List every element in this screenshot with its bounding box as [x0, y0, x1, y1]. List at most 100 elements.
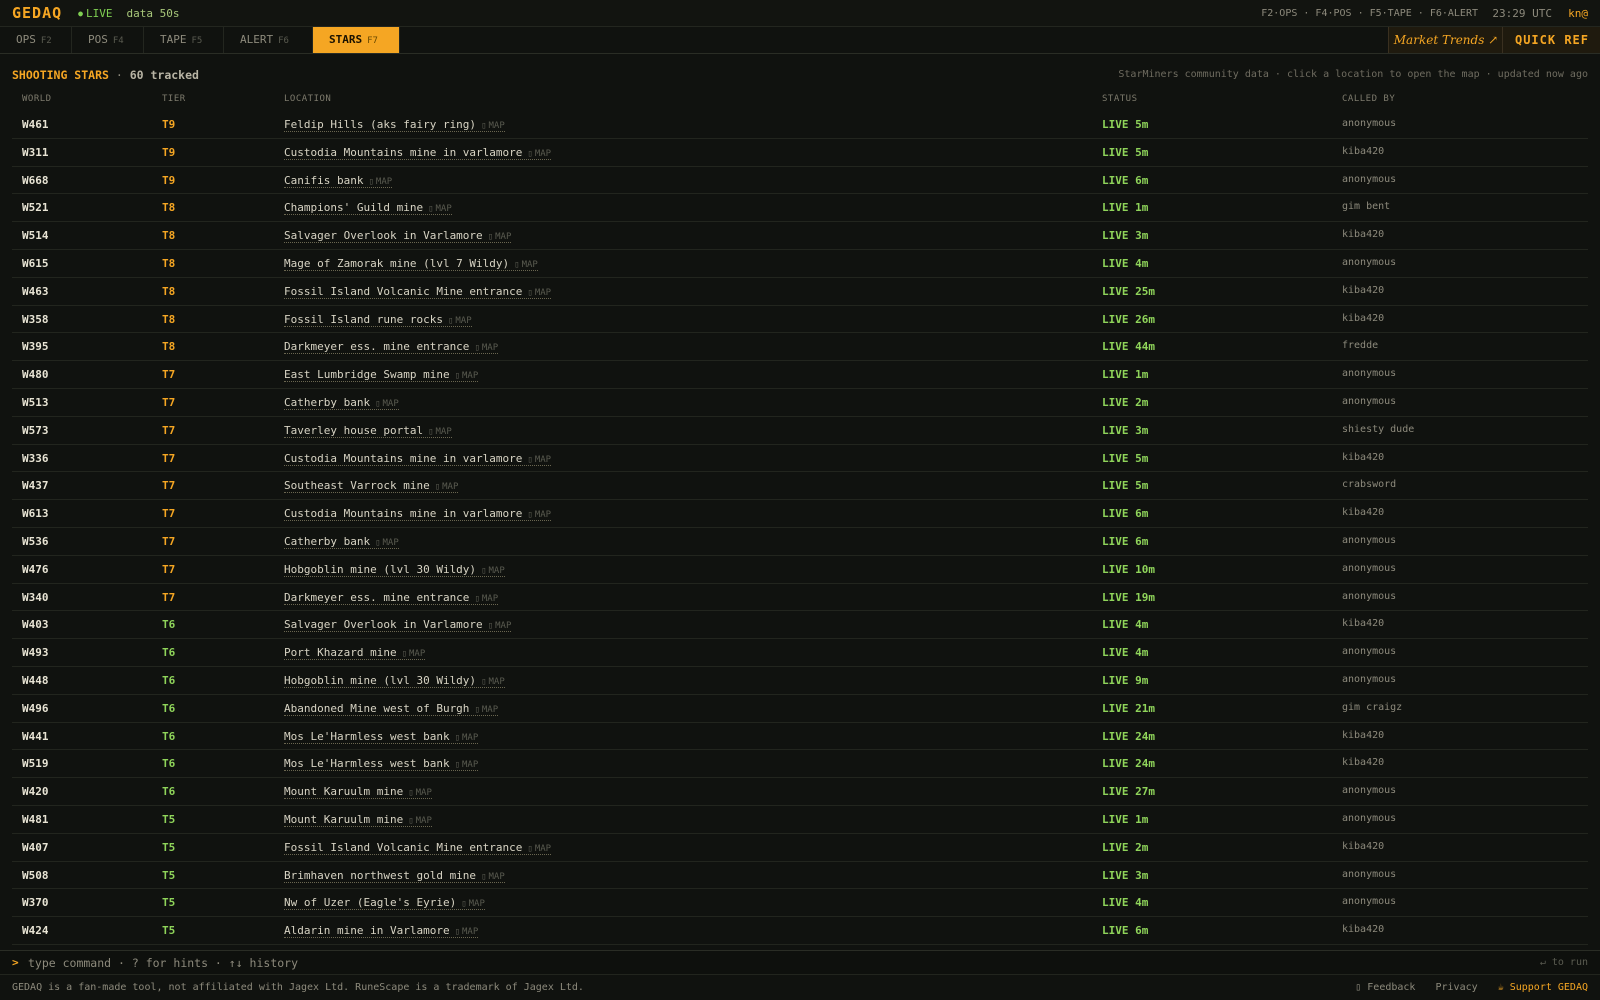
tab-label: POS	[88, 33, 108, 46]
location-link[interactable]: Custodia Mountains mine in varlamore ▯ MAP	[284, 507, 552, 522]
tab-stars[interactable]: STARS F7	[313, 27, 400, 53]
map-icon: ▯	[474, 593, 480, 604]
location-link[interactable]: Mos Le'Harmless west bank ▯ MAP	[284, 757, 479, 772]
location-link[interactable]: Aldarin mine in Varlamore ▯ MAP	[284, 924, 479, 939]
location-link[interactable]: Feldip Hills (aks fairy ring) ▯ MAP	[284, 118, 505, 132]
tab-pos[interactable]: POS F4	[72, 27, 144, 53]
world-cell: W613	[22, 507, 49, 521]
location-text: Champions' Guild mine	[284, 201, 424, 215]
location-link[interactable]: Hobgoblin mine (lvl 30 Wildy) ▯ MAP	[284, 563, 505, 577]
status-cell: LIVE 4m	[1102, 256, 1149, 270]
location-text: Hobgoblin mine (lvl 30 Wildy)	[284, 673, 477, 687]
location-link[interactable]: East Lumbridge Swamp mine ▯ MAP	[284, 368, 479, 383]
location-link[interactable]: Brimhaven northwest gold mine ▯ MAP	[284, 869, 505, 883]
location-link[interactable]: Mount Karuulm mine ▯ MAP	[284, 813, 432, 827]
feedback-link[interactable]: ▯ Feedback	[1355, 982, 1415, 993]
tab-ops[interactable]: OPS F2	[0, 27, 72, 53]
caller-cell: anonymous	[1342, 256, 1397, 268]
location-link[interactable]: Salvager Overlook in Varlamore ▯ MAP	[284, 618, 512, 633]
tier-cell: T7	[162, 507, 176, 521]
status-cell: LIVE 6m	[1102, 534, 1149, 548]
status-cell: LIVE 1m	[1102, 812, 1149, 826]
table-row: W521 T8 Champions' Guild mine ▯ MAP LIVE 1m gi…	[12, 194, 1588, 223]
table-row: W463 T8 Fossil Island Volcanic Mine entran…	[12, 278, 1588, 306]
location-text: Abandoned Mine west of Burgh	[284, 701, 470, 715]
location-link[interactable]: Fossil Island Volcanic Mine entrance ▯ MAP	[284, 841, 552, 855]
tab-alert[interactable]: ALERT F6	[224, 27, 313, 53]
location-link[interactable]: Catherby bank ▯ MAP	[284, 535, 399, 549]
table-row: W481 T5 Mount Karuulm mine ▯ MAP LIVE 1m anony…	[12, 806, 1588, 834]
map-icon: ▯	[461, 899, 467, 910]
status-cell: LIVE 5m	[1102, 118, 1149, 131]
location-link[interactable]: Nw of Uzer (Eagle's Eyrie) ▯ MAP	[284, 896, 485, 911]
location-link[interactable]: Salvager Overlook in Varlamore ▯ MAP	[284, 229, 512, 244]
location-link[interactable]: Custodia Mountains mine in varlamore ▯ MAP	[284, 452, 552, 466]
tier-cell: T7	[162, 562, 176, 576]
tier-cell: T8	[162, 256, 176, 270]
col-tier[interactable]: TIER	[162, 94, 186, 104]
privacy-link[interactable]: Privacy	[1436, 982, 1478, 993]
world-cell: W441	[22, 729, 49, 743]
location-link[interactable]: Canifis bank ▯ MAP	[284, 174, 393, 188]
location-link[interactable]: Darkmeyer ess. mine entrance ▯ MAP	[284, 340, 499, 355]
support-link[interactable]: ☕ Support GEDAQ	[1498, 982, 1588, 993]
section-note: StarMiners community data · click a loca…	[1118, 69, 1588, 80]
location-link[interactable]: Southeast Varrock mine ▯ MAP	[284, 479, 459, 494]
location-link[interactable]: Fossil Island rune rocks ▯ MAP	[284, 313, 472, 327]
world-cell: W496	[22, 701, 49, 715]
map-label: MAP	[409, 649, 426, 660]
status-cell: LIVE 5m	[1102, 451, 1149, 465]
tier-cell: T7	[162, 395, 176, 409]
world-cell: W480	[22, 368, 49, 382]
tab-tape[interactable]: TAPE F5	[144, 27, 224, 53]
col-world[interactable]: WORLD	[22, 94, 52, 104]
section-title: SHOOTING STARS · 60 tracked	[12, 68, 199, 82]
location-link[interactable]: Champions' Guild mine ▯ MAP	[284, 201, 452, 216]
tier-cell: T7	[162, 423, 176, 437]
location-link[interactable]: Fossil Island Volcanic Mine entrance ▯ MAP	[284, 285, 552, 299]
quick-ref-button[interactable]: QUICK REF	[1502, 27, 1600, 53]
map-icon: ▯	[454, 371, 460, 382]
map-icon: ▯	[474, 704, 480, 715]
location-text: Fossil Island rune rocks	[284, 312, 443, 326]
location-link[interactable]: Catherby bank ▯ MAP	[284, 396, 399, 410]
location-text: Mage of Zamorak mine (lvl 7 Wildy)	[284, 256, 510, 270]
col-called-by[interactable]: CALLED BY	[1342, 94, 1395, 104]
location-link[interactable]: Mage of Zamorak mine (lvl 7 Wildy) ▯ MAP	[284, 257, 538, 271]
location-link[interactable]: Abandoned Mine west of Burgh ▯ MAP	[284, 701, 499, 716]
location-link[interactable]: Taverley house portal ▯ MAP	[284, 424, 452, 438]
tier-cell: T7	[162, 368, 176, 382]
map-label: MAP	[382, 398, 399, 409]
location-link[interactable]: Custodia Mountains mine in varlamore ▯ MAP	[284, 146, 552, 160]
map-icon: ▯	[368, 176, 374, 187]
col-status[interactable]: STATUS	[1102, 94, 1138, 104]
table-row: W437 T7 Southeast Varrock mine ▯ MAP LIVE 5m c…	[12, 472, 1588, 501]
world-cell: W508	[22, 868, 49, 882]
tab-key: F5	[191, 36, 203, 46]
status-cell: LIVE 3m	[1102, 868, 1149, 882]
app-logo[interactable]: GEDAQ	[12, 4, 62, 22]
map-label: MAP	[415, 788, 432, 799]
command-input[interactable]	[28, 954, 1428, 972]
section-separator: ·	[108, 68, 130, 82]
location-link[interactable]: Port Khazard mine ▯ MAP	[284, 646, 426, 661]
location-link[interactable]: Darkmeyer ess. mine entrance ▯ MAP	[284, 591, 499, 605]
map-icon: ▯	[375, 537, 381, 548]
market-trends-button[interactable]: Market Trends ↗	[1388, 27, 1503, 53]
status-cell: LIVE 1m	[1102, 368, 1149, 382]
world-cell: W476	[22, 562, 49, 576]
tier-cell: T6	[162, 785, 176, 799]
caller-cell: anonymous	[1342, 785, 1397, 797]
col-location[interactable]: LOCATION	[284, 94, 331, 104]
location-link[interactable]: Mount Karuulm mine ▯ MAP	[284, 785, 432, 800]
location-link[interactable]: Mos Le'Harmless west bank ▯ MAP	[284, 730, 479, 744]
tier-cell: T9	[162, 118, 176, 131]
table-row: W519 T6 Mos Le'Harmless west bank ▯ MAP LIVE …	[12, 750, 1588, 779]
map-label: MAP	[534, 287, 552, 298]
caller-cell: anonymous	[1342, 395, 1397, 407]
user-menu[interactable]: kn@	[1568, 7, 1588, 20]
location-link[interactable]: Hobgoblin mine (lvl 30 Wildy) ▯ MAP	[284, 674, 505, 688]
world-cell: W448	[22, 673, 49, 687]
location-text: Feldip Hills (aks fairy ring)	[284, 118, 477, 131]
location-text: Catherby bank	[284, 395, 371, 409]
